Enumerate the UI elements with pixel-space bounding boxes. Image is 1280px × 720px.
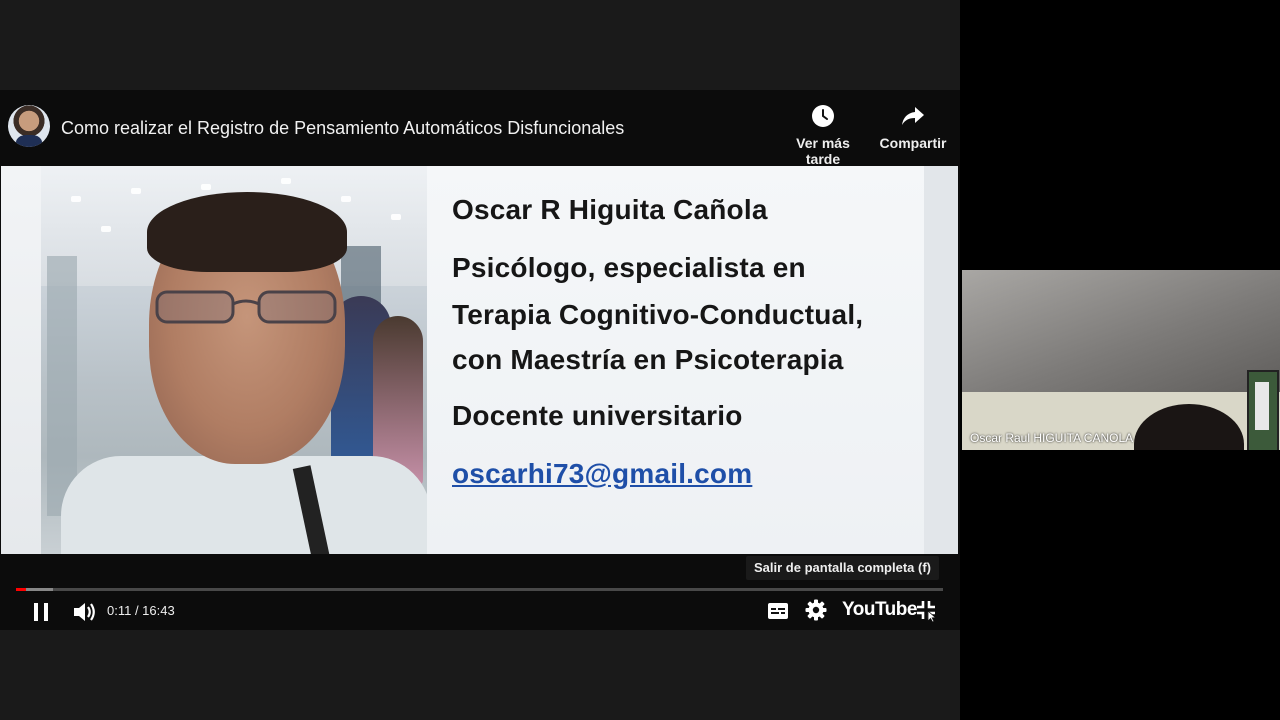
volume-button[interactable] [70, 598, 98, 626]
slide-role-line-1: Psicólogo, especialista en [452, 252, 806, 283]
progress-played [16, 588, 27, 591]
youtube-player[interactable]: Como realizar el Registro de Pensamiento… [0, 90, 960, 630]
exit-fullscreen-icon [917, 601, 937, 623]
subtitles-button[interactable] [765, 600, 791, 622]
slide-email: oscarhi73@gmail.com [452, 458, 753, 489]
video-title[interactable]: Como realizar el Registro de Pensamiento… [61, 118, 624, 139]
player-top-bar: Como realizar el Registro de Pensamiento… [0, 90, 960, 167]
settings-icon [805, 599, 827, 621]
video-margin-right [924, 166, 958, 554]
participant-video-tile[interactable]: Oscar Raul HIGUITA CANOLA [962, 270, 1280, 450]
settings-button[interactable] [804, 598, 828, 622]
participant-name: Oscar Raul HIGUITA CANOLA [970, 431, 1134, 445]
pause-button[interactable] [28, 599, 54, 625]
exit-fullscreen-tooltip: Salir de pantalla completa (f) [746, 556, 939, 580]
time-display: 0:11 / 16:43 [107, 603, 175, 618]
exit-fullscreen-button[interactable] [914, 598, 938, 623]
volume-icon [74, 603, 95, 621]
subtitles-icon [768, 603, 788, 619]
slide-role-line-2: Terapia Cognitivo-Conductual, [452, 299, 864, 330]
slide-role-line-3: con Maestría en Psicoterapia [452, 344, 844, 375]
share-label: Compartir [879, 135, 947, 151]
video-frame[interactable]: Oscar R Higuita Cañola Psicólogo, especi… [1, 166, 958, 554]
slide-text-panel: Oscar R Higuita Cañola Psicólogo, especi… [427, 166, 924, 554]
share-arrow-icon [902, 107, 924, 125]
slide-role-line-4: Docente universitario [452, 400, 743, 431]
share-button[interactable]: Compartir [868, 104, 958, 151]
watch-later-button[interactable]: Ver más tarde [778, 104, 868, 167]
screen-share-region: Como realizar el Registro de Pensamiento… [0, 0, 960, 720]
presenter-photo [41, 166, 427, 554]
watch-later-label: Ver más tarde [796, 135, 850, 167]
clock-icon [812, 105, 834, 127]
slide-presenter-name: Oscar R Higuita Cañola [452, 194, 768, 225]
video-margin-left [1, 166, 41, 554]
youtube-logo[interactable]: YouTube [842, 599, 917, 621]
pause-icon [34, 603, 48, 621]
channel-avatar[interactable] [8, 105, 50, 147]
progress-bar[interactable] [16, 588, 943, 591]
